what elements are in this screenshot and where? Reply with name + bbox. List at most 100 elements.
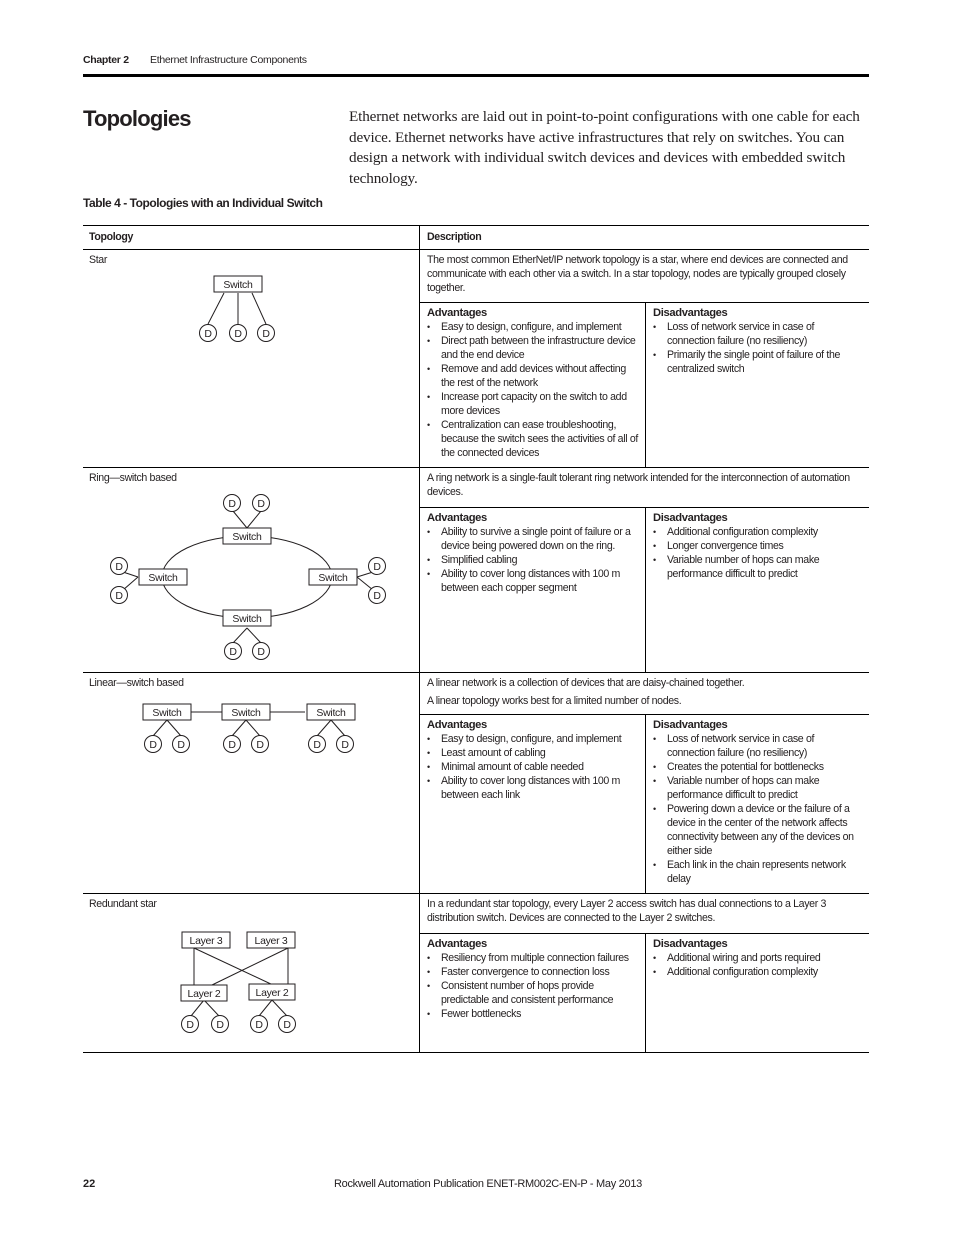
device-label: D [313, 739, 321, 751]
connection-line [246, 627, 262, 644]
advantage-item: Simplified cabling [427, 553, 638, 567]
switch-node-label: Switch [223, 279, 253, 291]
device-label: D [283, 1019, 291, 1031]
disadvantages-column: DisadvantagesLoss of network service in … [645, 303, 869, 467]
device-label: D [229, 646, 237, 658]
disadvantage-item: Variable number of hops can make perform… [653, 774, 862, 802]
disadvantages-heading: Disadvantages [653, 938, 728, 950]
connection-line [152, 719, 168, 737]
description-cell: A linear network is a collection of devi… [419, 673, 869, 893]
disadvantage-item: Additional configuration complexity [653, 965, 862, 979]
switch-node-label: Switch [231, 707, 261, 719]
device-label: D [257, 646, 265, 658]
device-node: D [110, 557, 128, 575]
disadvantage-item: Longer convergence times [653, 539, 862, 553]
device-node: D [278, 1015, 296, 1033]
device-label: D [341, 739, 349, 751]
device-node: D [224, 642, 242, 660]
running-header: Chapter 2 Ethernet Infrastructure Compone… [83, 54, 869, 66]
device-label: D [204, 328, 212, 340]
description-paragraph: The most common EtherNet/IP network topo… [427, 254, 848, 294]
device-node: D [211, 1015, 229, 1033]
switch-node-label: Switch [232, 613, 262, 625]
layer3-switch-node-label: Layer 3 [190, 935, 223, 947]
disadvantages-list: Loss of network service in case of conne… [653, 732, 862, 886]
diagram-canvas: Switch Switch Switch Switch D D D D D D D D [110, 494, 386, 660]
connection-line [330, 719, 346, 737]
advantage-item: Remove and add devices without affecting… [427, 362, 638, 390]
pros-cons: AdvantagesResiliency from multiple conne… [420, 934, 869, 1052]
topology-cell: Star Switch D D D [83, 250, 419, 467]
switch-node: Switch [138, 568, 188, 586]
connection-line [356, 576, 374, 591]
connection-line [245, 719, 261, 737]
device-label: D [228, 739, 236, 751]
connection-line [122, 571, 139, 578]
pros-cons: AdvantagesEasy to design, configure, and… [420, 715, 869, 893]
connection-line [193, 947, 274, 986]
disadvantage-item: Loss of network service in case of conne… [653, 732, 862, 760]
connection-line [122, 576, 139, 591]
table-header-row: Topology Description [83, 225, 869, 250]
device-label: D [177, 739, 185, 751]
advantages-column: AdvantagesAbility to survive a single po… [420, 508, 645, 672]
table-row: Linear—switch based Switch Switch Switch D D D… [83, 673, 869, 894]
layer2-switch-node-label: Layer 2 [256, 987, 289, 999]
table-row: Star Switch D D D The most common EtherNet/IP… [83, 250, 869, 468]
table-caption: Table 4 - Topologies with an Individual … [83, 196, 323, 210]
device-node: D [368, 557, 386, 575]
device-label: D [115, 561, 123, 573]
chapter-title: Ethernet Infrastructure Components [150, 54, 307, 66]
pros-cons: AdvantagesEasy to design, configure, and… [420, 303, 869, 467]
advantage-item: Increase port capacity on the switch to … [427, 390, 638, 418]
device-node: D [336, 735, 354, 753]
device-node: D [223, 494, 241, 512]
topology-cell: Ring—switch based Switch Switch Switch Switc… [83, 468, 419, 672]
layer3-switch-node: Layer 3 [181, 931, 231, 949]
advantage-item: Faster convergence to connection loss [427, 965, 638, 979]
description-text: The most common EtherNet/IP network topo… [420, 250, 869, 303]
layer2-switch-node: Layer 2 [248, 983, 296, 1001]
connection-line [190, 999, 205, 1017]
disadvantage-item: Additional configuration complexity [653, 525, 862, 539]
layer2-switch-node: Layer 2 [180, 984, 228, 1002]
disadvantage-item: Each link in the chain represents networ… [653, 858, 862, 886]
connection-line [207, 292, 225, 325]
pros-cons: AdvantagesAbility to survive a single po… [420, 508, 869, 672]
diagram-canvas: Layer 3 Layer 3 Layer 2 Layer 2 D D D D [180, 931, 296, 1033]
advantage-item: Least amount of cabling [427, 746, 638, 760]
disadvantages-heading: Disadvantages [653, 307, 728, 319]
connection-line [258, 999, 273, 1017]
connection-line [251, 292, 267, 325]
description-paragraph: In a redundant star topology, every Laye… [427, 898, 827, 924]
publication-info: Rockwell Automation Publication ENET-RM0… [334, 1178, 642, 1190]
switch-node: Switch [222, 527, 272, 545]
description-text: A linear network is a collection of devi… [420, 673, 869, 715]
connection-line [232, 510, 248, 529]
advantage-item: Easy to design, configure, and implement [427, 732, 638, 746]
advantages-column: AdvantagesEasy to design, configure, and… [420, 715, 645, 893]
description-paragraph: A linear topology works best for a limit… [427, 695, 682, 707]
description-text: A ring network is a single-fault toleran… [420, 468, 869, 508]
device-label: D [255, 1019, 263, 1031]
switch-node-label: Switch [152, 707, 182, 719]
device-node: D [252, 494, 270, 512]
topologies-table: Topology Description Star Switch D D D The mo… [83, 225, 869, 1053]
disadvantage-item: Additional wiring and ports required [653, 951, 862, 965]
device-node: D [229, 324, 247, 342]
disadvantage-item: Primarily the single point of failure of… [653, 348, 862, 376]
disadvantages-column: DisadvantagesAdditional wiring and ports… [645, 934, 869, 1052]
description-cell: In a redundant star topology, every Laye… [419, 894, 869, 1052]
connection-line [231, 719, 247, 737]
disadvantages-list: Loss of network service in case of conne… [653, 320, 862, 376]
advantages-list: Ability to survive a single point of fai… [427, 525, 638, 595]
connection-line [316, 719, 332, 737]
advantages-column: AdvantagesEasy to design, configure, and… [420, 303, 645, 467]
switch-node: Switch [222, 609, 272, 627]
device-node: D [257, 324, 275, 342]
device-label: D [186, 1019, 194, 1031]
advantage-item: Easy to design, configure, and implement [427, 320, 638, 334]
advantage-item: Resiliency from multiple connection fail… [427, 951, 638, 965]
description-text: In a redundant star topology, every Laye… [420, 894, 869, 934]
switch-node-label: Switch [232, 531, 262, 543]
